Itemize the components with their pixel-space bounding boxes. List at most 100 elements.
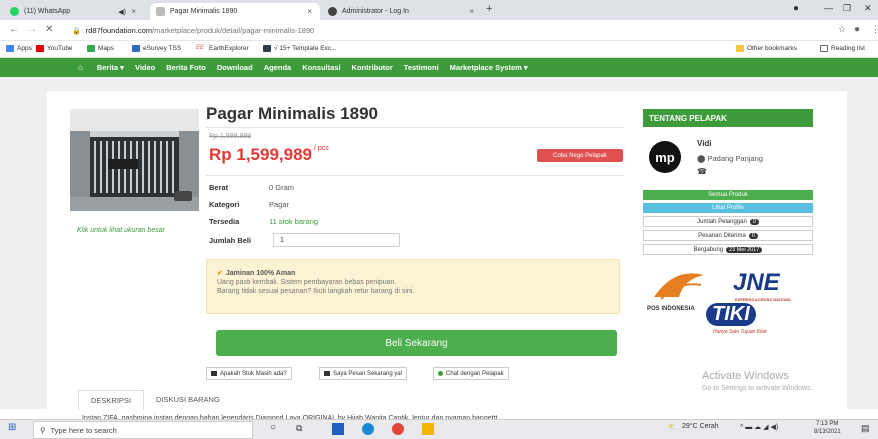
stat-badge: 0 bbox=[749, 218, 759, 225]
taskbar-search[interactable]: ⚲ Type here to search bbox=[33, 421, 253, 439]
stat-joined: Bergabung 23 Mei 2017 bbox=[643, 244, 813, 255]
nav-kontributor[interactable]: Kontributor bbox=[352, 63, 393, 72]
forward-icon[interactable]: → bbox=[27, 24, 37, 35]
reading-list[interactable]: Reading list bbox=[820, 45, 865, 52]
maximize-icon[interactable]: ❐ bbox=[843, 3, 851, 14]
menu-icon[interactable]: ⋮ bbox=[871, 24, 878, 35]
browser-tab-bar: (11) WhatsApp ◀) × Pagar Minimalis 1890 … bbox=[0, 0, 878, 20]
profile-icon[interactable]: ● bbox=[793, 3, 799, 14]
view-profile-button[interactable]: Lihat Profile bbox=[643, 203, 813, 213]
edge-icon[interactable] bbox=[362, 423, 374, 435]
tab-diskusi[interactable]: DISKUSI BARANG bbox=[144, 390, 232, 411]
earthexplorer-icon: EE bbox=[196, 45, 206, 52]
cortana-icon[interactable]: ○ bbox=[270, 422, 276, 433]
stat-badge: 0 bbox=[748, 232, 758, 239]
quantity-field[interactable]: 1 bbox=[273, 233, 400, 247]
wordpress-icon bbox=[328, 7, 337, 16]
home-icon[interactable]: ⌂ bbox=[78, 63, 83, 72]
close-window-icon[interactable]: ✕ bbox=[864, 3, 872, 14]
spec-key: Berat bbox=[209, 183, 229, 192]
phone-icon: ☎ bbox=[697, 167, 707, 176]
bookmark-esurvey[interactable]: eSurvey TSS bbox=[132, 45, 181, 52]
close-icon[interactable]: × bbox=[469, 7, 474, 16]
nav-berita[interactable]: Berita ▾ bbox=[97, 63, 124, 72]
nav-download[interactable]: Download bbox=[217, 63, 253, 72]
nav-video[interactable]: Video bbox=[135, 63, 155, 72]
stat-badge: 23 Mei 2017 bbox=[726, 246, 763, 253]
new-tab-icon[interactable]: + bbox=[486, 3, 492, 15]
tiki-tagline: Hanya Satu Tujuan Kilat bbox=[713, 329, 767, 335]
bookmark-other[interactable]: Other bookmarks bbox=[736, 45, 797, 52]
pos-indonesia-logo bbox=[654, 273, 704, 300]
bookmark-apps[interactable]: Apps bbox=[6, 45, 32, 52]
buy-now-button[interactable]: Beli Sekarang bbox=[216, 330, 617, 356]
back-icon[interactable]: ← bbox=[9, 24, 19, 35]
spec-key: Kategori bbox=[209, 200, 240, 209]
weather-text[interactable]: 29°C Cerah bbox=[682, 423, 719, 430]
chat-seller-button[interactable]: Chat dengan Pelapak bbox=[433, 367, 509, 380]
all-products-button[interactable]: Semua Produk bbox=[643, 190, 813, 200]
tab-whatsapp[interactable]: (11) WhatsApp ◀) × bbox=[4, 3, 144, 20]
button-label: Apakah Stok Masih ada? bbox=[220, 370, 287, 377]
activate-windows-subtitle: Go to Settings to activate Windows. bbox=[702, 385, 813, 392]
button-label: Chat dengan Pelapak bbox=[446, 370, 504, 377]
tiki-logo: TIKI bbox=[706, 303, 756, 326]
tab-deskripsi[interactable]: DESKRIPSI bbox=[78, 390, 145, 411]
avatar[interactable]: mp bbox=[649, 141, 681, 173]
guarantee-line: Uang pasti kembali. Sistem pembayaran be… bbox=[217, 279, 397, 286]
folder-icon[interactable] bbox=[422, 423, 434, 435]
bookmark-maps[interactable]: Maps bbox=[87, 45, 114, 52]
url-path: /marketplace/produk/detail/pagar-minimal… bbox=[152, 26, 315, 35]
avatar[interactable]: ● bbox=[854, 24, 860, 35]
chat-icon bbox=[438, 371, 443, 376]
bookmark-youtube[interactable]: YouTube bbox=[36, 45, 73, 52]
close-icon[interactable]: × bbox=[307, 7, 312, 16]
maps-icon bbox=[87, 45, 95, 52]
old-price: Rp 1,899,999 bbox=[209, 133, 252, 140]
divider bbox=[206, 127, 624, 128]
task-view-icon[interactable]: ⧉ bbox=[296, 423, 302, 434]
ask-stock-button[interactable]: Apakah Stok Masih ada? bbox=[206, 367, 292, 380]
tab-pagar-minimalis[interactable]: Pagar Minimalis 1890 × bbox=[150, 3, 320, 20]
windows-start-icon[interactable]: ⊞ bbox=[8, 422, 16, 433]
nav-berita-foto[interactable]: Berita Foto bbox=[166, 63, 206, 72]
bookmark-template[interactable]: √ 15+ Template Exc... bbox=[263, 45, 337, 52]
guarantee-line[interactable]: Barang tidak sesuai pesanan? Ikuti langk… bbox=[217, 287, 609, 296]
clock-date[interactable]: 8/13/2021 bbox=[814, 429, 841, 435]
fence-image bbox=[70, 109, 199, 211]
youtube-icon bbox=[36, 45, 44, 52]
clock-time[interactable]: 7:13 PM bbox=[816, 421, 838, 427]
nego-button[interactable]: Coba Nego Pelapak bbox=[537, 149, 623, 162]
guarantee-box: ✔ Jaminan 100% Aman Uang pasti kembali. S… bbox=[206, 259, 620, 314]
search-placeholder: Type here to search bbox=[50, 425, 117, 435]
minimize-icon[interactable]: — bbox=[824, 3, 833, 13]
spec-row: Tersedia 11 stok barang bbox=[209, 217, 318, 226]
nav-testimoni[interactable]: Testimoni bbox=[404, 63, 439, 72]
close-icon[interactable]: × bbox=[131, 7, 136, 16]
speaker-icon: ◀) bbox=[118, 8, 126, 16]
tab-admin-login[interactable]: Administrator - Log In × bbox=[322, 3, 482, 20]
product-image[interactable] bbox=[70, 109, 199, 211]
tray-icons[interactable]: ^ ▬ ☁ ◢ ◀) bbox=[740, 423, 778, 431]
file-explorer-icon[interactable] bbox=[332, 423, 344, 435]
url-field[interactable]: 🔒 rd87foundation.com /marketplace/produk… bbox=[72, 23, 852, 38]
comment-icon bbox=[211, 371, 217, 376]
reading-list-icon bbox=[820, 45, 828, 52]
star-icon[interactable]: ☆ bbox=[838, 24, 846, 35]
bookmark-earthexplorer[interactable]: EE EarthExplorer bbox=[196, 45, 249, 52]
weather-icon: ⛅ bbox=[668, 424, 677, 431]
nav-agenda[interactable]: Agenda bbox=[264, 63, 292, 72]
price: Rp 1,599,989/ pcs bbox=[209, 145, 329, 165]
chrome-icon[interactable] bbox=[392, 423, 404, 435]
notification-icon[interactable]: ▤ bbox=[861, 423, 870, 434]
order-now-button[interactable]: Saya Pesan Sekarang ya! bbox=[319, 367, 408, 380]
nav-marketplace[interactable]: Marketplace System ▾ bbox=[450, 63, 528, 72]
nav-konsultasi[interactable]: Konsultasi bbox=[302, 63, 340, 72]
image-caption[interactable]: Klik untuk lihat ukuran besar bbox=[77, 227, 165, 234]
page-body: Klik untuk lihat ukuran besar Pagar Mini… bbox=[0, 77, 878, 422]
folder-icon bbox=[736, 45, 744, 52]
stat-label: Jumlah Pelanggan bbox=[697, 218, 747, 225]
address-bar: ← → ✕ 🔒 rd87foundation.com /marketplace/… bbox=[0, 20, 878, 41]
product-tabs: DESKRIPSI DISKUSI BARANG bbox=[78, 390, 232, 411]
close-icon[interactable]: ✕ bbox=[45, 24, 53, 35]
